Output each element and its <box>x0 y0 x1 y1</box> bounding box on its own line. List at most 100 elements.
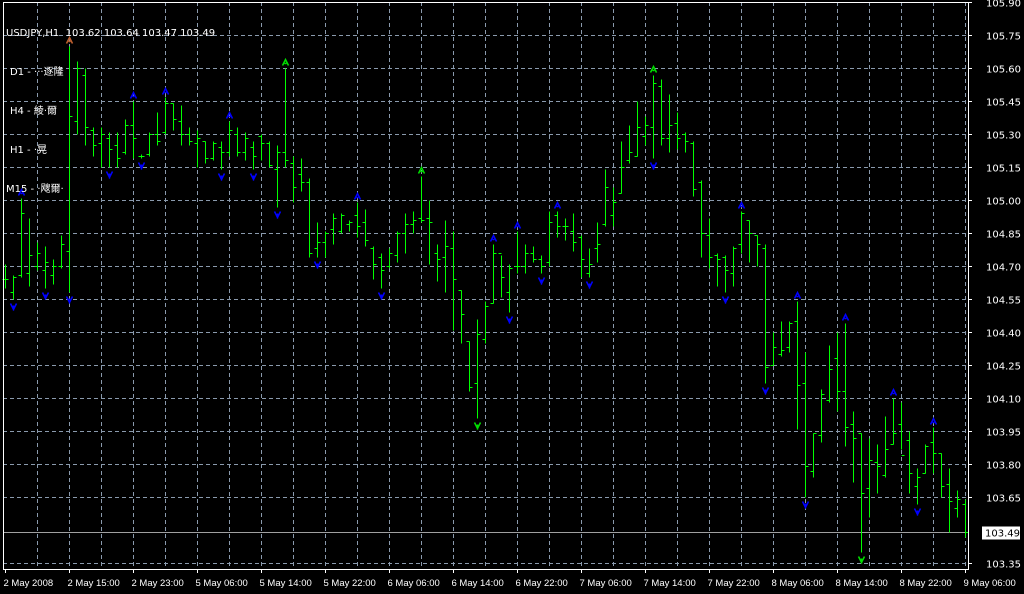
ohlc-bar <box>666 94 673 153</box>
ohlc-bar <box>914 468 921 505</box>
ohlc-bar <box>938 453 945 498</box>
ohlc-bar <box>362 209 369 247</box>
ohlc-bar <box>586 248 593 278</box>
ohlc-bar <box>378 253 385 289</box>
ohlc-bar <box>426 200 433 265</box>
ohlc-bar <box>370 246 377 280</box>
ohlc-bar <box>514 231 521 274</box>
ohlc-bar <box>346 220 353 232</box>
time-tick-label: 6 May 22:00 <box>516 578 568 589</box>
time-tick-label: 7 May 22:00 <box>708 578 760 589</box>
ohlc-bar <box>290 156 297 203</box>
ohlc-bar <box>682 132 689 153</box>
fractal-up-icon <box>841 312 850 321</box>
price-tick-label: 104.85 <box>986 230 1021 241</box>
ohlc-bar <box>890 398 897 445</box>
ohlc-bar <box>306 178 313 258</box>
time-tick-label: 8 May 22:00 <box>900 578 952 589</box>
price-tick-label: 103.35 <box>986 560 1021 571</box>
ohlc-bar <box>602 169 609 227</box>
signal-down-green-icon <box>473 422 482 431</box>
ohlc-bar <box>354 202 361 238</box>
fractal-down-icon <box>377 292 386 301</box>
indicator-h4: H4 - 綾·爾 <box>10 106 58 117</box>
ohlc-bar <box>762 244 769 384</box>
ohlc-bar <box>690 141 697 197</box>
ohlc-bar <box>634 101 641 157</box>
fractal-down-icon <box>41 292 50 301</box>
ohlc-bar <box>538 255 545 274</box>
fractal-down-icon <box>217 173 226 182</box>
fractal-down-icon <box>505 316 514 325</box>
ohlc-bar <box>874 444 881 494</box>
symbol-header: USDJPY,H1 103.62 103.64 103.47 103.49 <box>6 27 215 40</box>
chart-legend: USDJPY,H1 103.62 103.64 103.47 103.49 D1… <box>6 1 215 209</box>
ohlc-bar <box>674 112 681 150</box>
ohlc-bar <box>922 444 929 474</box>
ohlc-bar <box>394 231 401 263</box>
ohlc-bar <box>850 411 857 483</box>
ohlc-bar <box>506 264 513 313</box>
time-tick-label: 8 May 06:00 <box>772 578 824 589</box>
signal-down-green-icon <box>857 556 866 565</box>
ohlc-bar <box>578 235 585 278</box>
time-tick-label: 8 May 14:00 <box>836 578 888 589</box>
time-tick-label: 7 May 14:00 <box>644 578 696 589</box>
ohlc-bar <box>714 253 721 287</box>
ohlc-bar <box>466 341 473 392</box>
ohlc-bar <box>946 468 953 533</box>
ohlc-bar <box>626 125 633 164</box>
ohlc-bar <box>242 132 249 161</box>
ohlc-bar <box>474 319 481 419</box>
ohlc-bar <box>410 211 417 234</box>
fractal-down-icon <box>273 211 282 220</box>
ohlc-bar <box>754 235 761 267</box>
ohlc-bar <box>522 244 529 274</box>
ohlc-bar <box>498 253 505 298</box>
ohlc-bar <box>450 231 457 331</box>
ohlc-bar <box>42 246 49 289</box>
ohlc-bar <box>842 323 849 447</box>
ohlc-bar <box>18 198 25 278</box>
price-tick-label: 103.80 <box>986 461 1021 472</box>
fractal-down-icon <box>913 508 922 517</box>
ohlc-bar <box>562 218 569 241</box>
price-tick-label: 103.95 <box>986 428 1021 439</box>
ohlc-bar <box>826 345 833 403</box>
ohlc-bar <box>834 332 841 412</box>
ohlc-bar <box>770 332 777 366</box>
ohlc-bar <box>482 301 489 344</box>
ohlc-bar <box>930 427 937 474</box>
ohlc-bar <box>906 431 913 494</box>
price-tick-label: 105.90 <box>986 0 1021 10</box>
signal-up-green-icon <box>649 64 658 73</box>
fractal-up-icon <box>489 233 498 242</box>
fractal-down-icon <box>537 277 546 286</box>
price-tick-label: 105.75 <box>986 32 1021 43</box>
ohlc-bar <box>546 211 553 267</box>
fractal-down-icon <box>761 387 770 396</box>
price-tick-label: 105.30 <box>986 131 1021 142</box>
ohlc-bar <box>610 187 617 227</box>
fractal-down-icon <box>313 261 322 270</box>
ohlc-bar <box>314 222 321 258</box>
fractal-up-icon <box>889 387 898 396</box>
current-price-label: 103.49 <box>985 529 1020 540</box>
ohlc-bar <box>250 141 257 170</box>
ohlc-bar <box>402 213 409 254</box>
fractal-down-icon <box>585 281 594 290</box>
ohlc-readout: 103.62 103.64 103.47 103.49 <box>65 28 216 39</box>
ohlc-bar <box>530 246 537 263</box>
ohlc-bar <box>266 141 273 168</box>
ohlc-bar <box>594 222 601 263</box>
signal-up-green-icon <box>281 57 290 66</box>
ohlc-bar <box>698 180 705 258</box>
fractal-up-icon <box>793 290 802 299</box>
ohlc-bar <box>458 290 465 344</box>
ohlc-bar <box>818 389 825 443</box>
price-tick-label: 104.25 <box>986 362 1021 373</box>
ohlc-bar <box>330 213 337 245</box>
ohlc-bar <box>882 416 889 478</box>
ohlc-bar <box>658 79 665 146</box>
price-tick-label: 104.55 <box>986 296 1021 307</box>
